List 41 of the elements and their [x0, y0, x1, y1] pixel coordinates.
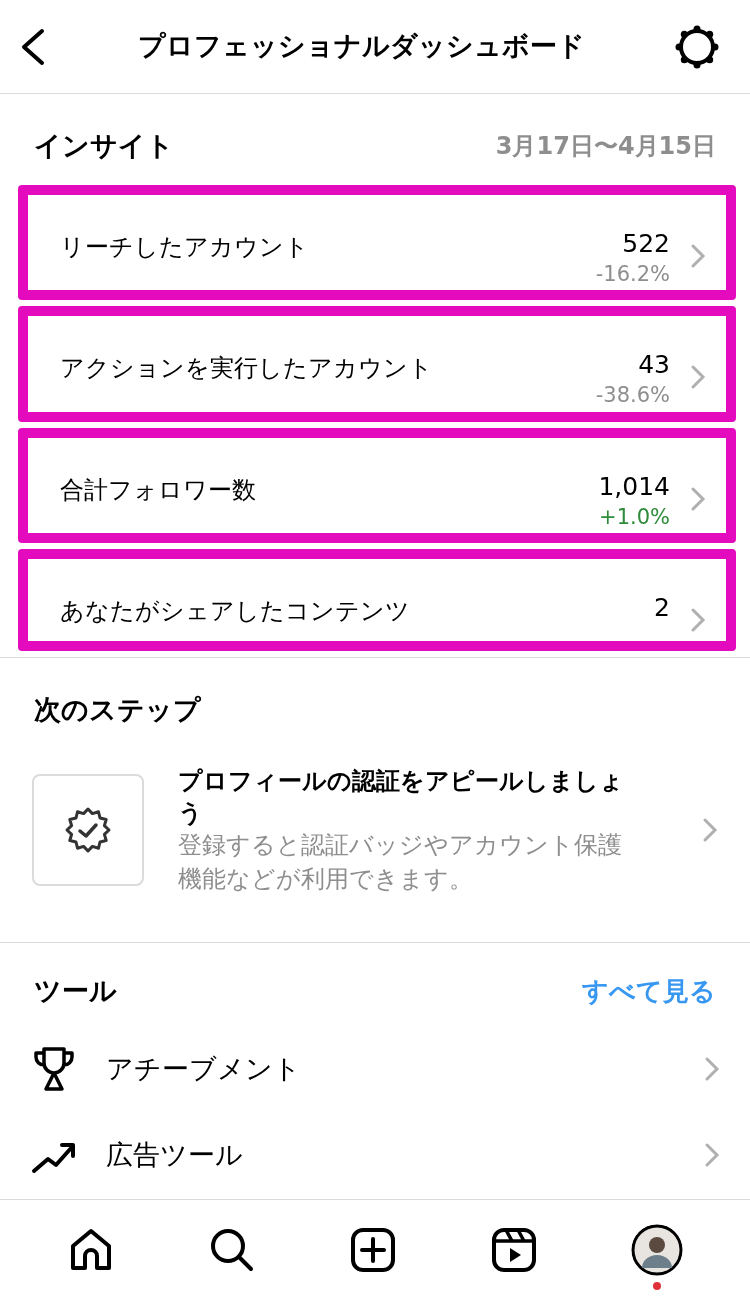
metric-value: 522 — [621, 228, 670, 259]
metric-change: -16.2% — [595, 260, 670, 288]
section-title: 次のステップ — [33, 693, 202, 727]
settings-icon — [674, 23, 720, 70]
tool-label: 広告ツール — [106, 1137, 244, 1172]
metric-label: アクションを実行したアカウント — [60, 353, 434, 384]
nav-tab[interactable] — [490, 1225, 539, 1274]
insight-row[interactable]: アクションを実行したアカウント 43 -38.6% — [18, 306, 736, 422]
metric-label: リーチしたアカウント — [60, 231, 310, 263]
video-clip-icon — [490, 1225, 539, 1274]
metric-value: 43 — [637, 350, 670, 380]
chevron-icon — [690, 485, 706, 512]
nav-tab[interactable] — [348, 1225, 397, 1274]
tool-label: アチーブメント — [106, 1051, 302, 1086]
metric-value: 1,014 — [598, 471, 670, 502]
chevron-icon — [690, 242, 706, 269]
metric-change: -38.6% — [595, 382, 670, 409]
metric-change: +1.0% — [598, 503, 670, 531]
metric-label: 合計フォロワー数 — [60, 474, 257, 506]
chevron-icon — [690, 607, 706, 633]
date-range: 3月17日〜4月15日 — [495, 131, 716, 163]
plus-square-icon — [348, 1225, 397, 1274]
tool-row[interactable]: アチーブメント — [0, 1025, 750, 1112]
insight-row[interactable]: リーチしたアカウント 522 -16.2% — [18, 184, 736, 300]
verification-card[interactable]: プロフィールの認証をアピールしましょう 登録すると認証バッジやアカウント保護機能などが利用できます。 — [0, 740, 750, 921]
page-title: プロフェッショナルダッシュボード — [136, 29, 586, 64]
settings-button[interactable] — [674, 23, 720, 70]
metric-label: あなたがシェアしたコンテンツ — [60, 596, 411, 627]
chevron-icon — [702, 817, 718, 844]
chevron-icon — [690, 364, 706, 390]
card-title: プロフィールの認証をアピールしましょう — [178, 765, 625, 829]
chevron-icon — [704, 1141, 720, 1168]
tool-row[interactable]: 広告ツール — [0, 1111, 750, 1198]
insight-row[interactable]: あなたがシェアしたコンテンツ 2 — [18, 549, 736, 651]
metric-value: 2 — [654, 593, 670, 623]
section-title: インサイト — [34, 129, 174, 163]
insight-row[interactable]: 合計フォロワー数 1,014 +1.0% — [18, 427, 736, 543]
section-title: ツール — [34, 974, 117, 1009]
card-description: 登録すると認証バッジやアカウント保護機能などが利用できます。 — [178, 830, 623, 895]
chevron-icon — [704, 1055, 720, 1082]
avatar — [631, 1223, 684, 1276]
